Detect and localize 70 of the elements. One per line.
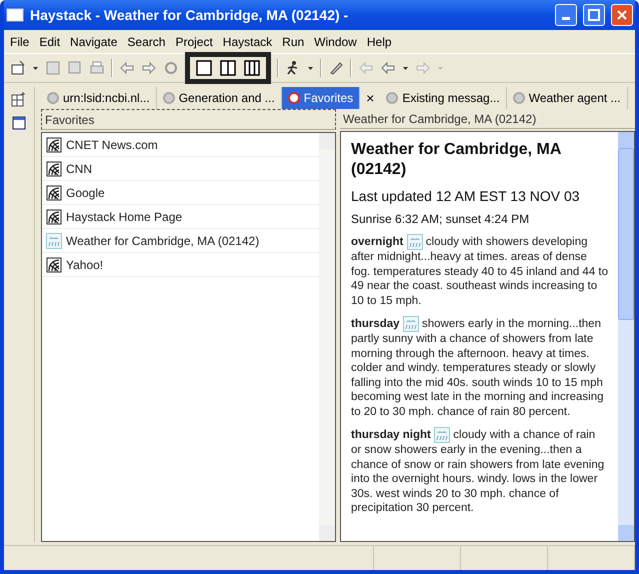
item-label: Haystack Home Page [66,210,182,224]
sunrise-text: Sunrise 6:32 AM; sunset 4:24 PM [351,212,530,226]
save-icon[interactable] [45,60,61,76]
rain-icon [406,234,423,250]
menu-item[interactable]: File [10,34,30,48]
tab-icon [162,92,175,104]
item-label: CNN [66,162,92,176]
forecast-paragraph: thursday night cloudy with a chance of rain or snow showers early in the evening...then a chance of snow or rain showers from late evening into the overnight hours. windy. lows in the lower 30s. west winds 20 to 30 mph. chance of precipitation 30 percent. [351,427,606,516]
item-label: Weather for Cambridge, MA (02142) [66,234,260,248]
weather-icon [46,232,62,248]
back-arrow-icon[interactable] [380,60,396,76]
single-pane-icon[interactable] [196,60,212,76]
item-label: Yahoo! [66,258,104,272]
new-view-icon[interactable] [11,91,27,107]
save-all-icon[interactable] [67,60,83,76]
list-item[interactable]: Google [42,181,319,205]
globe-icon [46,256,62,272]
three-pane-icon[interactable] [244,60,260,76]
list-item[interactable]: CNET News.com [42,133,319,157]
forecast-paragraph: overnight cloudy with showers developing after midnight...heavy at times. areas of dense fog. temperatures steady 40 to 45 inland and 44 to 49 near the coast. southeast winds increasing to 10 to 15 mph. [351,234,608,308]
menu-item[interactable]: Run [282,34,304,48]
print-icon[interactable] [89,60,105,76]
two-pane-icon[interactable] [220,60,236,76]
item-label: Google [66,186,105,200]
tab[interactable]: Generation and ... [156,87,282,109]
menu-item[interactable]: Project [175,34,213,48]
minimize-icon [562,17,570,20]
minimize-button[interactable] [555,4,577,26]
globe-icon [46,136,62,152]
maximize-button[interactable] [583,4,605,26]
tab-icon [288,92,300,104]
new-icon[interactable] [10,60,26,76]
menu-item[interactable]: Haystack [222,34,272,48]
menu-item[interactable]: Navigate [70,34,118,48]
pane-title: Favorites [41,109,336,130]
menu-item[interactable]: Window [314,34,357,48]
forecast-paragraph: thursday showers early in the morning...then partly sunny with a chance of showers from late morning through the afternoon. heavy at times. colder and windy. temperatures steady or slowly falling into the mid 40s. south winds 10 to 15 mph becoming west late in the morning and increasing to 20 to 30 mph. chance of rain 80 percent. [351,316,605,419]
maximize-icon [588,9,600,21]
globe-icon [46,160,62,176]
close-icon [616,9,628,21]
forward-arrow-icon[interactable] [141,60,157,76]
pen-icon[interactable] [328,60,344,76]
item-label: CNET News.com [66,138,158,152]
window-icon [6,8,24,22]
list-item[interactable]: Haystack Home Page [42,205,319,229]
tab-close-button[interactable]: × [360,87,380,109]
scrollbar[interactable] [618,132,634,541]
close-button[interactable] [611,4,633,26]
list-item[interactable]: CNN [42,157,319,181]
menu-item[interactable]: Help [366,34,392,48]
globe-icon [46,208,62,224]
tab[interactable]: Favorites [282,87,360,109]
list-item[interactable]: Weather for Cambridge, MA (02142) [42,229,319,253]
globe-icon [46,184,62,200]
menu-item[interactable]: Search [127,34,166,48]
window-title: Haystack - Weather for Cambridge, MA (02142) - [30,7,350,23]
menu-item[interactable]: Edit [39,34,60,48]
pane-title: Weather for Cambridge, MA (02142) [340,109,635,129]
scrollbar[interactable] [319,133,335,541]
last-updated-text: Last updated 12 AM EST 13 NOV 03 [351,188,581,204]
rain-icon [434,427,450,443]
tab[interactable]: Weather agent ... [506,87,628,109]
tab-icon [512,92,525,104]
back-arrow-icon[interactable] [119,60,135,76]
tab-icon [386,92,398,104]
window-icon[interactable] [11,115,27,131]
rain-icon [402,316,419,332]
weather-heading: Weather for Cambridge, MA (02142) [351,140,562,180]
list-item[interactable]: Yahoo! [42,253,319,277]
tab-icon [47,92,59,104]
